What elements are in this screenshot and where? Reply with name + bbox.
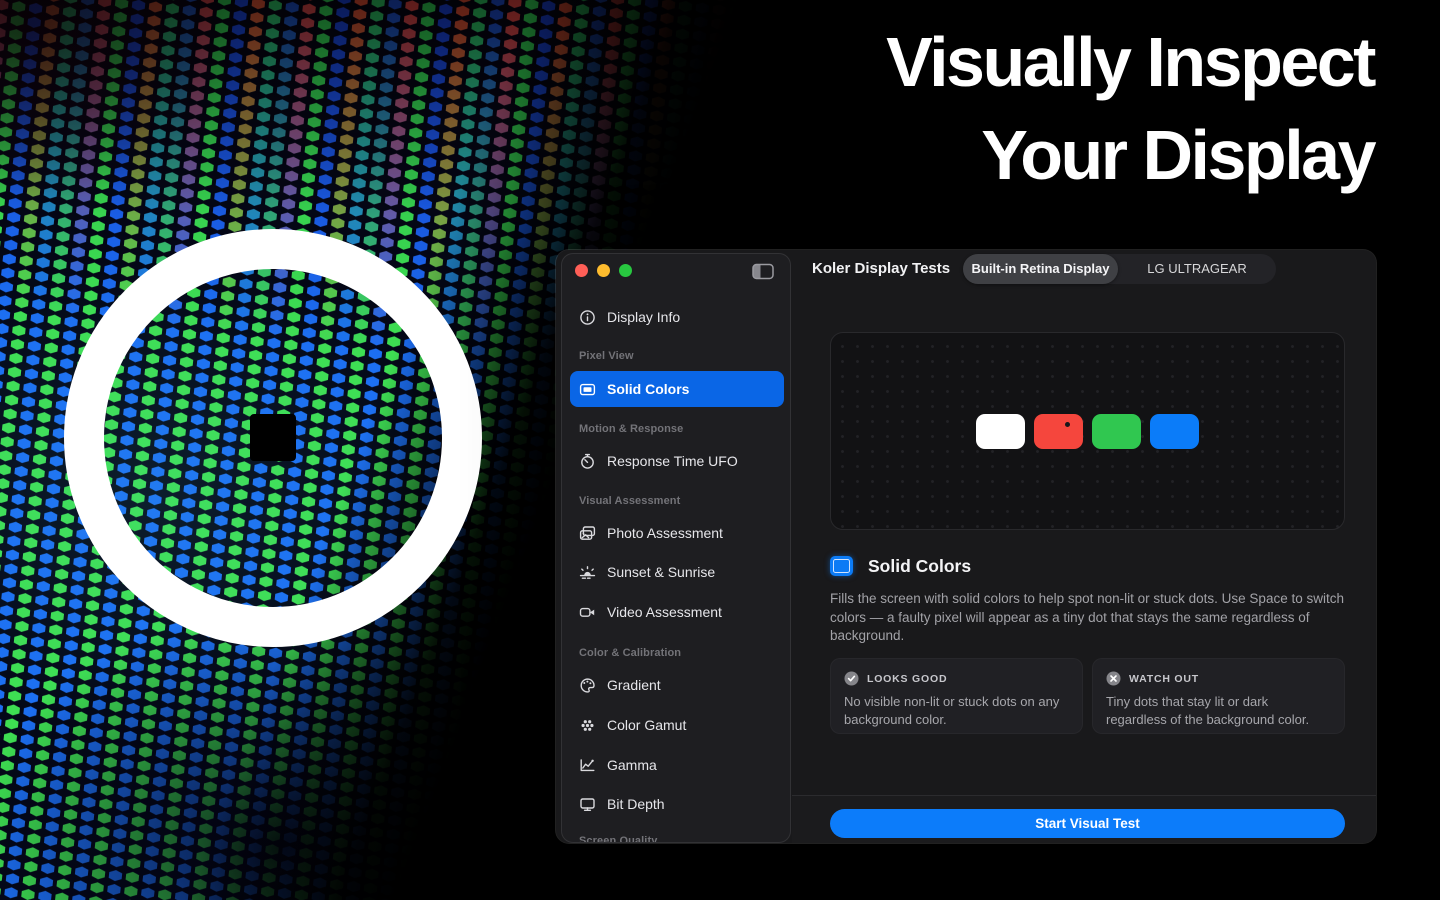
detail-title: Solid Colors [868, 556, 971, 577]
sunrise-icon [579, 564, 596, 581]
color-swatch-red [1034, 414, 1083, 449]
app-window: Display Info Pixel View Solid Colors Motion… [556, 250, 1376, 843]
color-swatch-green [1092, 414, 1141, 449]
hint-cards: LOOKS GOOD No visible non-lit or stuck d… [830, 658, 1345, 734]
traffic-lights [575, 264, 632, 277]
start-visual-test-button[interactable]: Start Visual Test [830, 809, 1345, 838]
sidebar-section-motion-response: Motion & Response [579, 423, 779, 435]
gamut-icon [579, 717, 596, 734]
detail-header: Solid Colors [830, 554, 971, 578]
sidebar-item-label: Solid Colors [607, 381, 689, 397]
sidebar-item-label: Photo Assessment [607, 525, 723, 541]
sidebar-item-label: Response Time UFO [607, 453, 738, 469]
swatch-icon [579, 381, 596, 398]
card-text: Tiny dots that stay lit or dark regardle… [1106, 693, 1331, 728]
palette-icon [579, 677, 596, 694]
card-label: WATCH OUT [1129, 673, 1199, 685]
hero-line-1: Visually Inspect [886, 16, 1374, 109]
sidebar-section-visual-assessment: Visual Assessment [579, 495, 779, 507]
looks-good-card: LOOKS GOOD No visible non-lit or stuck d… [830, 658, 1083, 734]
video-icon [579, 604, 596, 621]
sidebar-item-response-time-ufo[interactable]: Response Time UFO [570, 446, 784, 476]
x-circle-icon [1106, 671, 1121, 686]
display-icon [579, 796, 596, 813]
sidebar-item-solid-colors[interactable]: Solid Colors [570, 371, 784, 407]
preview-box [830, 332, 1345, 530]
color-swatch-white [976, 414, 1025, 449]
sidebar-item-bit-depth[interactable]: Bit Depth [570, 789, 784, 819]
solid-colors-icon [830, 556, 853, 576]
display-segmented-control: Built-in Retina Display LG ULTRAGEAR [963, 254, 1276, 284]
segment-builtin-retina[interactable]: Built-in Retina Display [963, 254, 1118, 284]
minimize-button[interactable] [597, 264, 610, 277]
photo-icon [579, 525, 596, 542]
sidebar-item-display-info[interactable]: Display Info [570, 302, 784, 332]
watch-out-card: WATCH OUT Tiny dots that stay lit or dar… [1092, 658, 1345, 734]
chart-icon [579, 757, 596, 774]
check-circle-icon [844, 671, 859, 686]
hero-headline: Visually Inspect Your Display [886, 16, 1374, 202]
hero-line-2: Your Display [886, 109, 1374, 202]
window-title: Koler Display Tests [812, 250, 950, 288]
sidebar-section-color-calibration: Color & Calibration [579, 647, 779, 659]
color-swatch-blue [1150, 414, 1199, 449]
info-icon [579, 309, 596, 326]
sidebar-section-screen-quality: Screen Quality [579, 835, 779, 843]
sidebar-item-label: Video Assessment [607, 604, 722, 620]
sidebar-item-label: Display Info [607, 309, 680, 325]
sidebar: Display Info Pixel View Solid Colors Motion… [561, 253, 791, 843]
highlight-ring [64, 229, 482, 647]
sidebar-item-label: Bit Depth [607, 796, 665, 812]
sidebar-section-pixel-view: Pixel View [579, 350, 779, 362]
zoom-button[interactable] [619, 264, 632, 277]
sidebar-item-photo-assessment[interactable]: Photo Assessment [570, 518, 784, 548]
card-label: LOOKS GOOD [867, 673, 947, 685]
sidebar-item-sunset-sunrise[interactable]: Sunset & Sunrise [570, 557, 784, 587]
stuck-pixel-dot [1065, 422, 1070, 427]
sidebar-item-color-gamut[interactable]: Color Gamut [570, 710, 784, 740]
stage: Visually Inspect Your Display Display In… [0, 0, 1440, 900]
sidebar-item-video-assessment[interactable]: Video Assessment [570, 597, 784, 627]
segment-lg-ultragear[interactable]: LG ULTRAGEAR [1118, 254, 1276, 284]
sidebar-item-label: Gamma [607, 757, 657, 773]
sidebar-item-gradient[interactable]: Gradient [570, 670, 784, 700]
stopwatch-icon [579, 453, 596, 470]
sidebar-item-gamma[interactable]: Gamma [570, 750, 784, 780]
card-text: No visible non-lit or stuck dots on any … [844, 693, 1069, 728]
sidebar-item-label: Color Gamut [607, 717, 686, 733]
detail-description: Fills the screen with solid colors to he… [830, 590, 1358, 646]
sidebar-item-label: Gradient [607, 677, 661, 693]
close-button[interactable] [575, 264, 588, 277]
sidebar-item-label: Sunset & Sunrise [607, 564, 715, 580]
sidebar-toggle-icon[interactable] [752, 263, 774, 280]
